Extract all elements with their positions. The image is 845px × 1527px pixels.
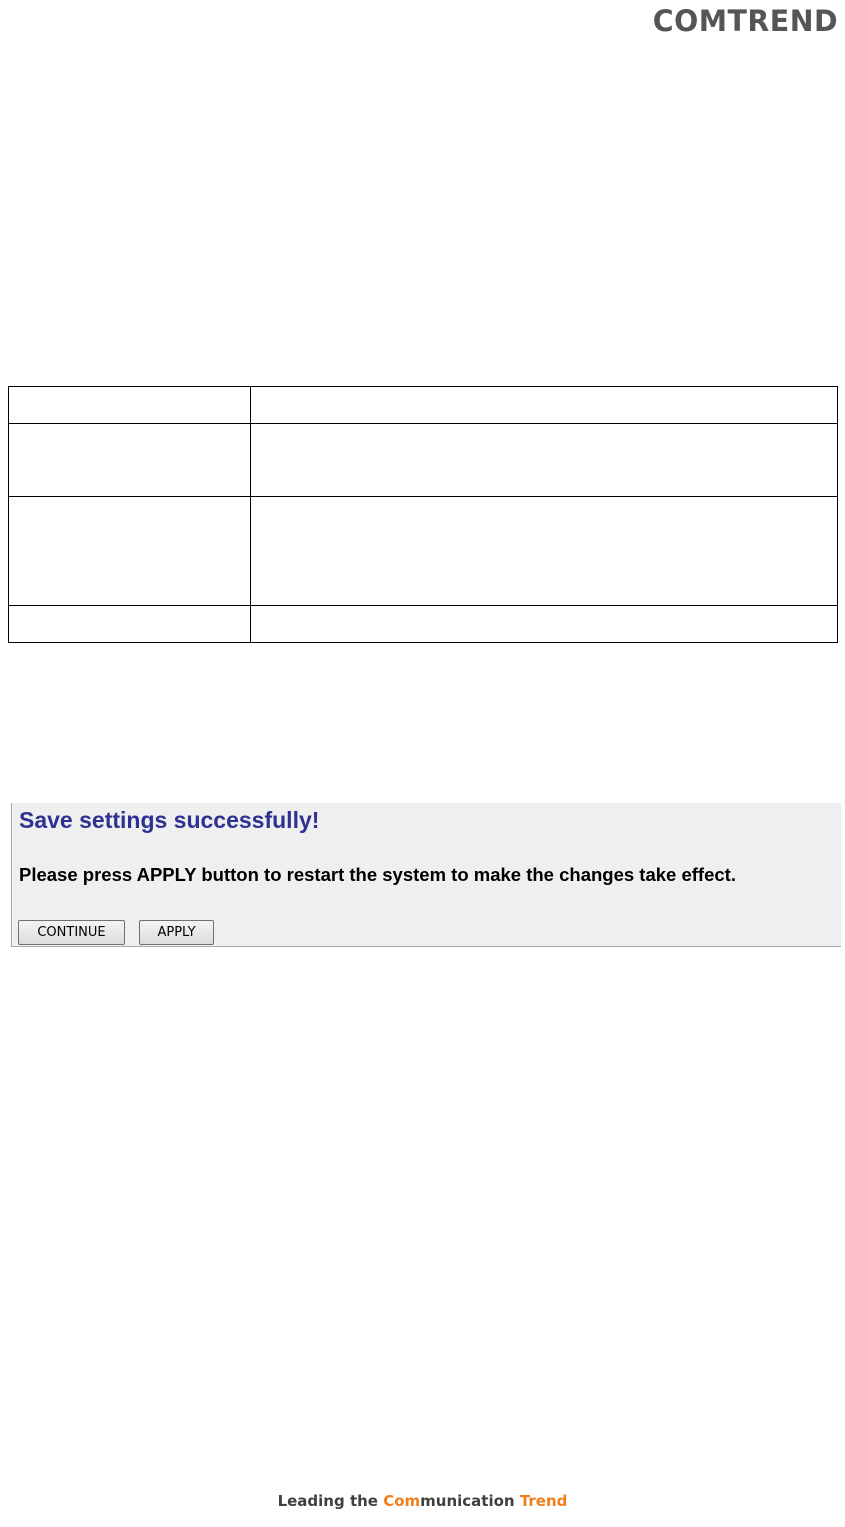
tagline-part: Leading the bbox=[277, 1492, 384, 1510]
table-cell bbox=[250, 605, 838, 643]
tagline-part: munication bbox=[420, 1492, 520, 1510]
table-row bbox=[8, 386, 838, 424]
table-row bbox=[8, 423, 838, 497]
table-cell bbox=[8, 386, 251, 424]
table-cell bbox=[8, 423, 251, 497]
comtrend-logo: COMTREND bbox=[652, 4, 838, 38]
table-cell bbox=[250, 496, 838, 606]
parameter-table bbox=[8, 386, 838, 643]
table-row bbox=[8, 605, 838, 643]
table-cell bbox=[250, 386, 838, 424]
table-row bbox=[8, 496, 838, 606]
footer-tagline: Leading the Communication Trend bbox=[0, 1492, 845, 1510]
save-success-title: Save settings successfully! bbox=[19, 807, 320, 833]
table-cell bbox=[8, 605, 251, 643]
apply-button[interactable]: APPLY bbox=[139, 920, 214, 945]
table-cell bbox=[250, 423, 838, 497]
continue-button[interactable]: CONTINUE bbox=[18, 920, 125, 945]
apply-instruction-text: Please press APPLY button to restart the… bbox=[19, 864, 736, 885]
tagline-accent-part: Trend bbox=[519, 1492, 568, 1510]
table-cell bbox=[8, 496, 251, 606]
tagline-accent-part: Com bbox=[383, 1492, 421, 1510]
save-settings-panel: Save settings successfully! Please press… bbox=[11, 803, 841, 947]
